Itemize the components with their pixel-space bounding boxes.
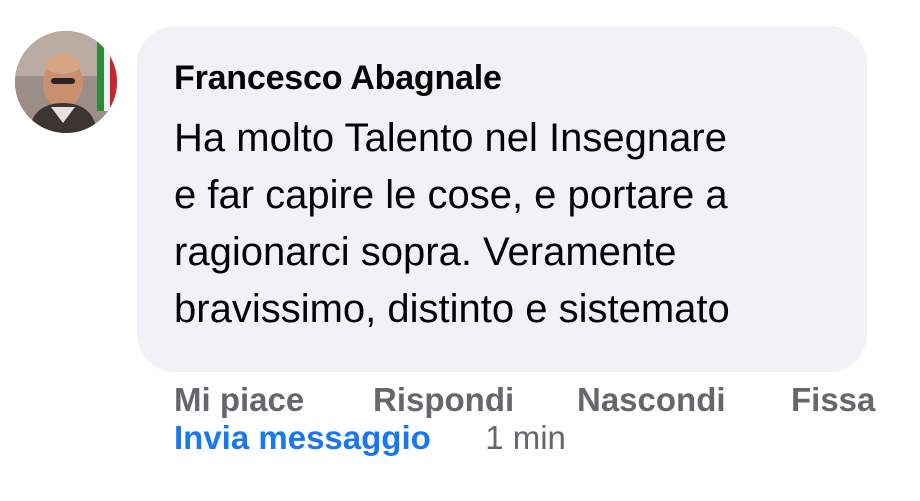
comment-text-line: bravissimo, distinto e sistemato <box>174 287 730 331</box>
reply-button[interactable]: Rispondi <box>373 381 514 419</box>
timestamp[interactable]: 1 min <box>485 419 566 456</box>
avatar-photo <box>15 31 117 133</box>
author-name[interactable]: Francesco Abagnale <box>174 59 502 98</box>
comment-bubble: Francesco Abagnale Ha molto Talento nel … <box>137 26 867 372</box>
comment-text: Ha molto Talento nel Insegnare e far cap… <box>174 110 854 338</box>
comment-text-line: Ha molto Talento nel Insegnare <box>174 116 727 160</box>
comment-meta: Invia messaggio 1 min <box>174 419 566 467</box>
pin-button[interactable]: Fissa <box>791 381 875 419</box>
hide-button[interactable]: Nascondi <box>577 381 726 419</box>
like-button[interactable]: Mi piace <box>174 381 304 419</box>
comment: Francesco Abagnale Ha molto Talento nel … <box>0 0 920 501</box>
comment-text-line: e far capire le cose, e portare a <box>174 173 728 217</box>
comment-text-line: ragionarci sopra. Veramente <box>174 230 677 274</box>
avatar[interactable] <box>15 31 117 133</box>
send-message-link[interactable]: Invia messaggio <box>174 419 431 456</box>
